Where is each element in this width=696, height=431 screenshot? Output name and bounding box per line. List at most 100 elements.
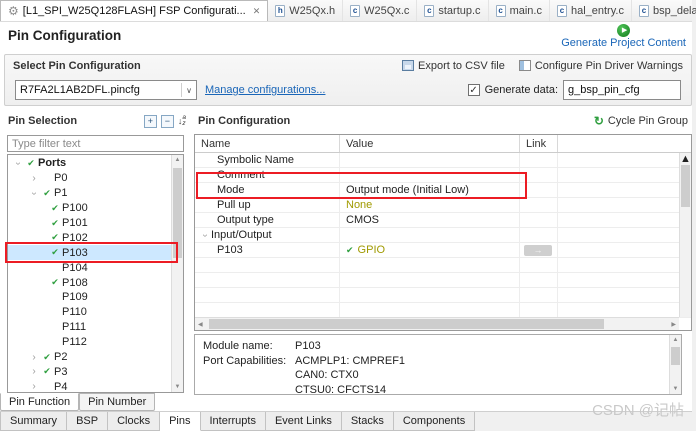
generate-data-input[interactable]	[563, 80, 681, 100]
tab-hal-entry-c[interactable]: c hal_entry.c	[550, 0, 632, 21]
expand-all-icon[interactable]: +	[143, 114, 157, 128]
row-value[interactable]: GPIO	[358, 244, 386, 256]
tab-clocks[interactable]: Clocks	[108, 412, 161, 431]
tab-pins[interactable]: Pins	[160, 412, 201, 431]
tree-item-p0[interactable]: › P0	[8, 171, 183, 186]
table-vertical-scrollbar[interactable]: ▲ ▼	[679, 153, 691, 317]
generate-project-content[interactable]: ▶ Generate Project Content	[561, 23, 686, 49]
cycle-pin-group-button[interactable]: ↻ Cycle Pin Group	[594, 114, 688, 128]
column-header-name: Name	[195, 135, 340, 152]
row-value[interactable]: CMOS	[340, 213, 520, 227]
check-icon: ✔	[27, 157, 35, 168]
tree-item-p101[interactable]: ✔ P101	[8, 216, 183, 231]
table-row-output-type[interactable]: Output type CMOS	[195, 213, 691, 228]
chevron-collapsed-icon[interactable]: ›	[28, 173, 40, 184]
generate-data-label: Generate data:	[484, 84, 558, 96]
tab-bsp[interactable]: BSP	[67, 412, 109, 431]
tab-w25qx-c[interactable]: c W25Qx.c	[343, 0, 418, 21]
tree-item-p103[interactable]: ✔ P103	[8, 245, 183, 261]
export-csv-button[interactable]: Export to CSV file	[402, 60, 505, 72]
table-row-mode[interactable]: Mode Output mode (Initial Low)	[195, 183, 691, 198]
tree-item-p108[interactable]: ✔ P108	[8, 275, 183, 290]
scroll-up-icon[interactable]: ▲	[680, 153, 691, 165]
row-value[interactable]: None	[340, 198, 520, 212]
chevron-expanded-icon[interactable]: ›	[13, 157, 24, 169]
tree-item-label: P103	[62, 246, 88, 259]
tree-item-p112[interactable]: P112	[8, 335, 183, 350]
tree-item-p110[interactable]: P110	[8, 305, 183, 320]
tab-label: hal_entry.c	[570, 4, 624, 17]
tab-main-c[interactable]: c main.c	[489, 0, 550, 21]
tab-w25qx-h[interactable]: h W25Qx.h	[268, 0, 344, 21]
row-value[interactable]	[340, 153, 520, 167]
tree-item-p111[interactable]: P111	[8, 320, 183, 335]
tree-item-p3[interactable]: › ✔ P3	[8, 364, 183, 379]
scrollbar-thumb[interactable]	[173, 168, 182, 258]
scrollbar-thumb[interactable]	[209, 319, 604, 329]
tab-interrupts[interactable]: Interrupts	[200, 412, 266, 431]
table-horizontal-scrollbar[interactable]: ◀ ▶	[195, 317, 679, 330]
scroll-left-icon[interactable]: ◀	[198, 321, 203, 328]
chevron-expanded-icon[interactable]: ›	[200, 229, 211, 241]
check-icon: ✔	[43, 351, 51, 362]
tree-item-p102[interactable]: ✔ P102	[8, 230, 183, 245]
tab-stacks[interactable]: Stacks	[341, 412, 394, 431]
tree-item-label: Ports	[38, 157, 67, 170]
pin-configuration-select[interactable]: R7FA2L1AB2DFL.pincfg ∨	[15, 80, 197, 100]
pin-selection-tree: › ✔ Ports › P0 › ✔ P1 ✔ P100 ✔ P101 ✔ P1…	[7, 154, 184, 393]
chevron-expanded-icon[interactable]: ›	[29, 187, 40, 199]
scroll-down-icon[interactable]: ▼	[670, 386, 681, 392]
tree-item-p4[interactable]: › P4	[8, 379, 183, 392]
tab-event-links[interactable]: Event Links	[265, 412, 342, 431]
tab-pin-number[interactable]: Pin Number	[79, 393, 156, 411]
tab-components[interactable]: Components	[393, 412, 476, 431]
tree-item-p2[interactable]: › ✔ P2	[8, 350, 183, 365]
row-value[interactable]	[340, 168, 520, 182]
table-row-p103[interactable]: P103 ✔ GPIO →	[195, 243, 691, 258]
scrollbar-thumb[interactable]	[671, 347, 680, 365]
port-capability: CTSU0: CFCTS14	[295, 383, 387, 395]
tab-startup-c[interactable]: c startup.c	[417, 0, 489, 21]
scroll-down-icon[interactable]: ▼	[172, 384, 183, 390]
row-value[interactable]: Output mode (Initial Low)	[340, 183, 520, 197]
chevron-collapsed-icon[interactable]: ›	[28, 366, 40, 377]
configure-warnings-label: Configure Pin Driver Warnings	[534, 59, 683, 72]
tab-summary[interactable]: Summary	[0, 412, 68, 431]
table-row-input-output[interactable]: › Input/Output	[195, 228, 691, 243]
pin-selection-header: Pin Selection + − ↓ az	[4, 110, 190, 132]
tree-item-p104[interactable]: P104	[8, 260, 183, 275]
module-details-scrollbar[interactable]: ▲ ▼	[669, 335, 681, 394]
generate-project-content-link[interactable]: Generate Project Content	[561, 37, 686, 49]
link-arrow-button[interactable]: →	[524, 244, 552, 256]
configure-pin-driver-warnings-button[interactable]: Configure Pin Driver Warnings	[518, 59, 683, 72]
export-csv-label: Export to CSV file	[418, 59, 505, 72]
manage-configurations-link[interactable]: Manage configurations...	[205, 84, 325, 96]
close-icon[interactable]: ✕	[253, 6, 261, 17]
port-capability: CAN0: CTX0	[295, 369, 359, 381]
table-row-comment[interactable]: Comment	[195, 168, 691, 183]
collapse-all-icon[interactable]: −	[160, 114, 174, 128]
scroll-up-icon[interactable]: ▲	[172, 157, 183, 163]
table-row-pull-up[interactable]: Pull up None	[195, 198, 691, 213]
tree-item-p100[interactable]: ✔ P100	[8, 201, 183, 216]
tree-item-ports[interactable]: › ✔ Ports	[8, 156, 183, 171]
sort-az-icon[interactable]: ↓ az	[178, 114, 186, 127]
tree-scrollbar[interactable]: ▲ ▼	[171, 155, 183, 392]
scroll-up-icon[interactable]: ▲	[670, 337, 681, 343]
module-details-panel: Module name: P103 Port Capabilities: ACM…	[194, 334, 682, 395]
row-name: Pull up	[195, 198, 340, 212]
scroll-right-icon[interactable]: ▶	[671, 321, 676, 328]
chevron-collapsed-icon[interactable]: ›	[28, 352, 40, 363]
tree-item-p109[interactable]: P109	[8, 290, 183, 305]
table-row-symbolic-name[interactable]: Symbolic Name	[195, 153, 691, 168]
scrollbar-thumb[interactable]	[681, 165, 690, 207]
tree-item-p1[interactable]: › ✔ P1	[8, 186, 183, 201]
filter-input[interactable]	[7, 135, 184, 152]
tab-pin-function[interactable]: Pin Function	[0, 393, 80, 411]
tab-bsp-delay-c[interactable]: c bsp_delay.c	[632, 0, 696, 21]
generate-data-checkbox[interactable]: ✓	[467, 84, 480, 96]
check-icon: ✔	[51, 277, 59, 288]
tab-fsp-configuration[interactable]: ⚙ [L1_SPI_W25Q128FLASH] FSP Configurati.…	[0, 0, 269, 21]
arrow-right-icon: →	[533, 244, 543, 255]
chevron-collapsed-icon[interactable]: ›	[28, 381, 40, 392]
